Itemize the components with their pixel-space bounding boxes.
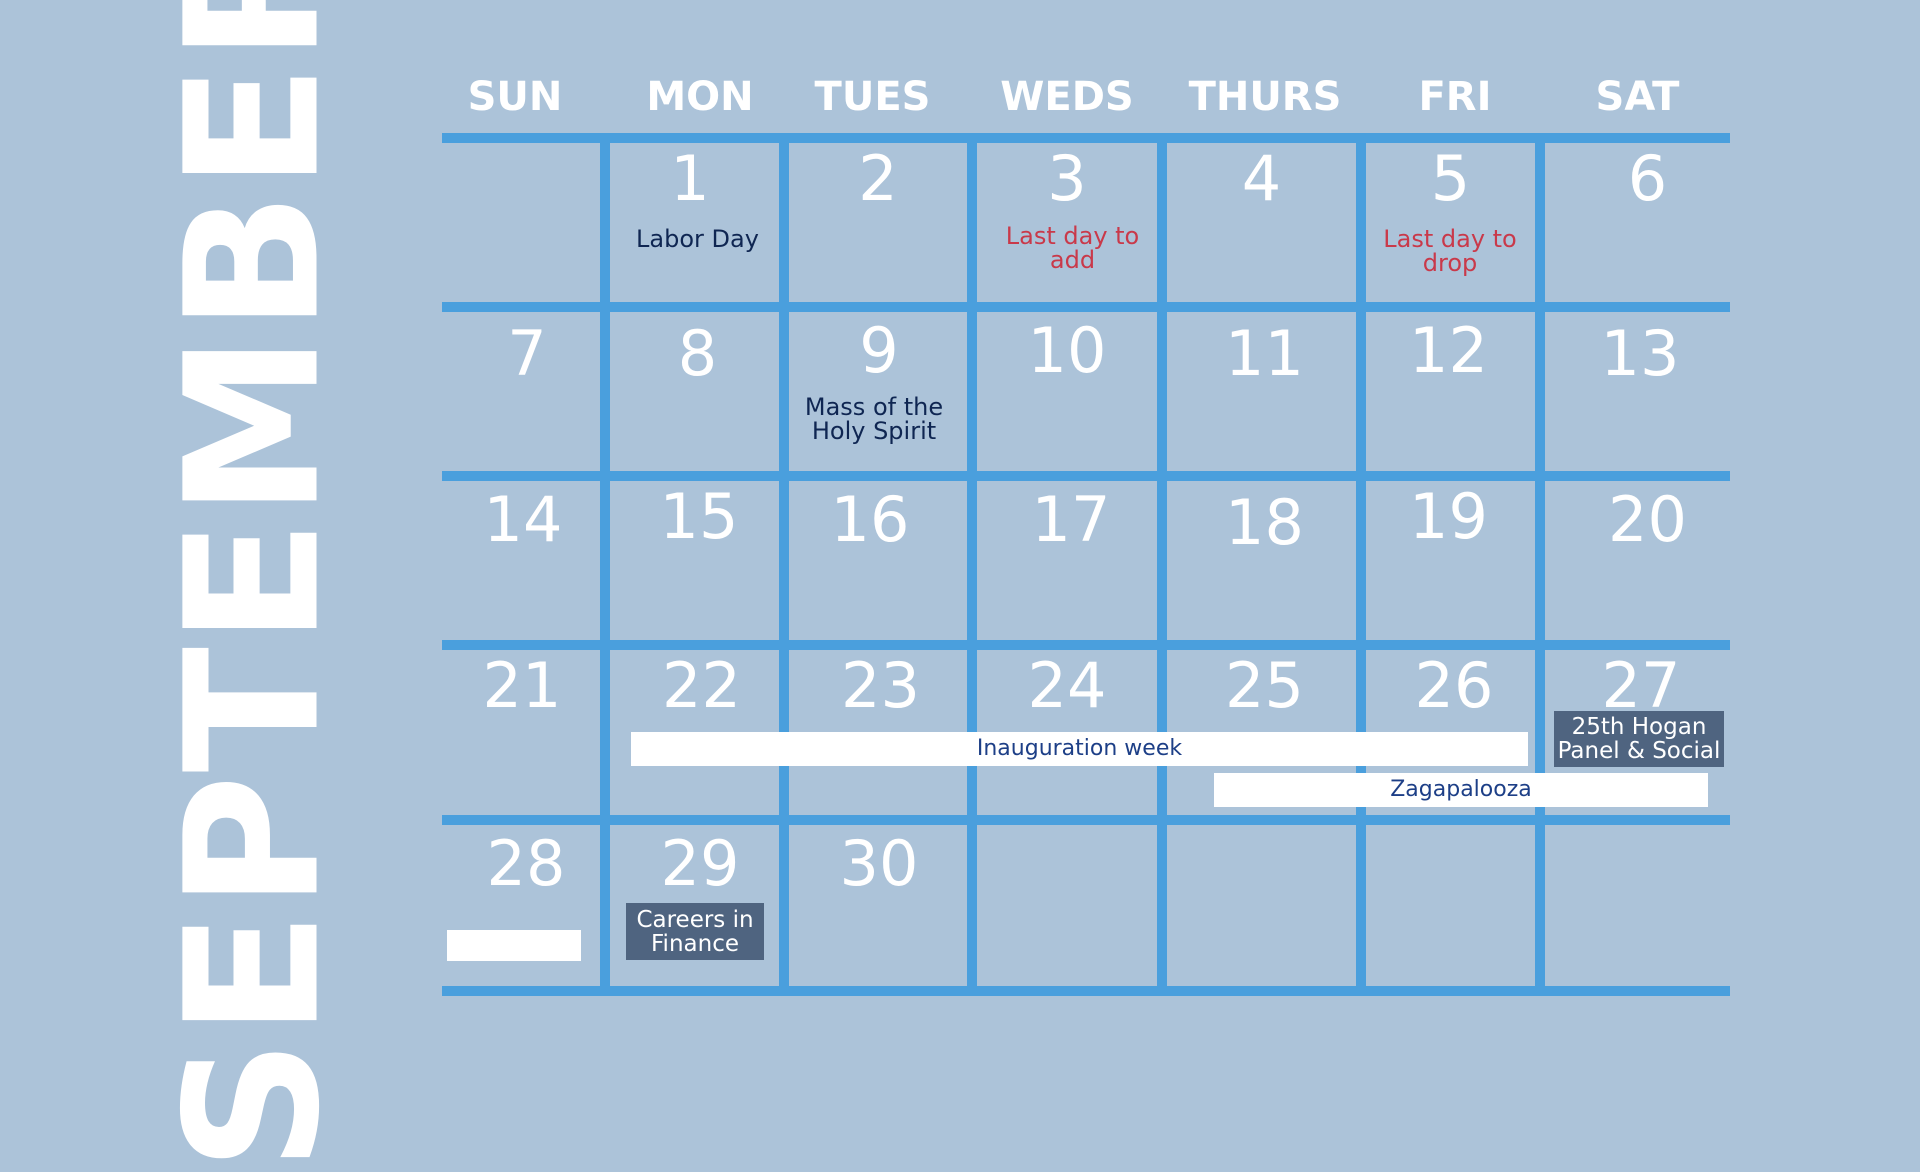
weekday-mon: MON — [646, 74, 754, 120]
date-29: 29 — [660, 827, 740, 900]
event-labor-day: Labor Day — [636, 225, 759, 253]
date-17: 17 — [1031, 483, 1111, 556]
date-4: 4 — [1241, 142, 1282, 215]
date-10: 10 — [1027, 314, 1107, 387]
event-mass: Mass of the Holy Spirit — [804, 393, 944, 445]
date-12: 12 — [1409, 314, 1488, 387]
date-13: 13 — [1600, 317, 1680, 390]
date-3: 3 — [1047, 142, 1087, 215]
date-5: 5 — [1430, 142, 1471, 215]
grid-line — [1535, 140, 1545, 990]
date-1: 1 — [670, 142, 710, 215]
date-18: 18 — [1225, 486, 1304, 559]
event-inauguration-week: Inauguration week — [631, 732, 1528, 766]
weekday-thurs: THURS — [1188, 74, 1342, 120]
date-6: 6 — [1627, 142, 1668, 215]
month-title: SEPTEMBER — [146, 0, 360, 1172]
event-bar-blank — [447, 930, 581, 961]
date-23: 23 — [841, 649, 920, 722]
event-last-day-drop: Last day to drop — [1383, 225, 1517, 277]
date-27: 27 — [1601, 649, 1681, 722]
weekday-fri: FRI — [1418, 74, 1492, 120]
date-9: 9 — [859, 314, 899, 387]
date-11: 11 — [1225, 317, 1304, 390]
date-19: 19 — [1409, 480, 1488, 553]
event-zagapalooza: Zagapalooza — [1214, 773, 1708, 807]
event-hogan-panel: 25th Hogan Panel & Social — [1554, 711, 1724, 767]
weekday-tues: TUES — [814, 74, 931, 120]
date-24: 24 — [1027, 649, 1107, 722]
event-last-day-add: Last day to add — [1005, 222, 1140, 274]
date-8: 8 — [677, 317, 718, 390]
date-15: 15 — [659, 480, 739, 553]
event-careers-finance: Careers in Finance — [626, 903, 764, 960]
date-16: 16 — [830, 483, 910, 556]
date-26: 26 — [1414, 649, 1494, 722]
event-hogan-label: 25th Hogan Panel & Social — [1557, 714, 1721, 764]
weekday-weds: WEDS — [1000, 74, 1134, 120]
date-30: 30 — [839, 827, 919, 900]
weekday-sat: SAT — [1595, 74, 1680, 120]
date-20: 20 — [1608, 483, 1687, 556]
date-28: 28 — [486, 827, 566, 900]
date-2: 2 — [858, 142, 898, 215]
date-22: 22 — [662, 649, 741, 722]
date-7: 7 — [507, 317, 547, 390]
grid-line — [1356, 140, 1366, 990]
date-21: 21 — [482, 649, 562, 722]
date-25: 25 — [1225, 649, 1304, 722]
grid-line — [1157, 140, 1167, 990]
month-label: SEPTEMBER — [146, 0, 360, 1172]
date-14: 14 — [483, 483, 563, 556]
event-careers-label: Careers in Finance — [636, 906, 754, 957]
weekday-sun: SUN — [467, 74, 563, 120]
